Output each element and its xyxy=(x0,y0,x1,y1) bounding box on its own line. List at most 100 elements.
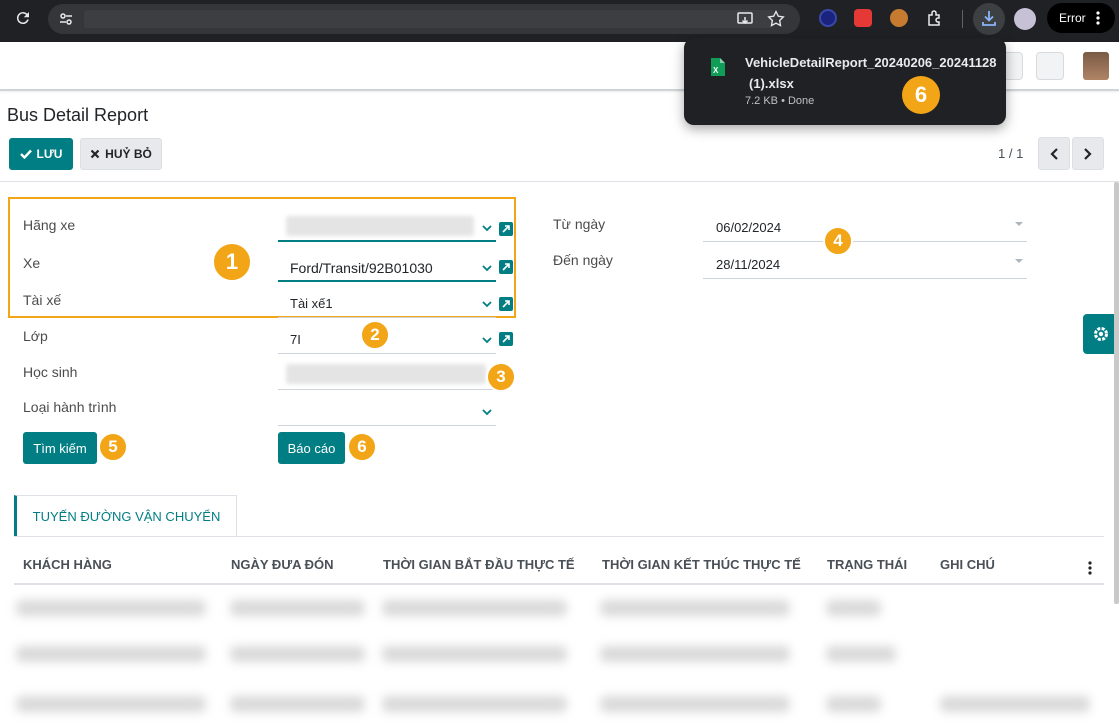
error-label: Error xyxy=(1059,11,1086,25)
save-button[interactable]: LƯU xyxy=(9,138,73,170)
report-button[interactable]: Báo cáo xyxy=(278,432,345,464)
route-type-select[interactable] xyxy=(278,396,496,426)
phone-icon[interactable] xyxy=(1036,52,1064,80)
column-header-actual-end[interactable]: THỜI GIAN KẾT THÚC THỰC TẾ xyxy=(602,557,801,572)
step-badge-5: 5 xyxy=(98,432,128,462)
chevron-down-icon xyxy=(482,265,492,272)
brand-select[interactable] xyxy=(278,212,496,242)
chevron-down-icon xyxy=(482,337,492,344)
table-row[interactable] xyxy=(826,600,881,616)
pager-value: 1 / 1 xyxy=(998,146,1024,161)
class-value: 7I xyxy=(290,332,301,347)
gear-icon xyxy=(1094,327,1108,341)
from-date-value: 06/02/2024 xyxy=(716,220,782,235)
close-icon xyxy=(90,149,100,159)
dropdown-caret-icon xyxy=(1015,222,1023,226)
extensions-puzzle-icon[interactable] xyxy=(926,9,944,27)
cancel-label: HUỶ BỎ xyxy=(105,147,152,161)
driver-select[interactable]: Tài xế1 xyxy=(278,288,496,318)
download-filename-ext[interactable]: (1).xlsx xyxy=(749,76,794,91)
vehicle-external-link-icon[interactable] xyxy=(499,260,513,274)
table-row[interactable] xyxy=(940,696,1090,712)
downloads-button[interactable] xyxy=(973,3,1005,35)
chevron-right-icon xyxy=(1084,148,1092,160)
brand-label: Hãng xe xyxy=(23,217,76,233)
download-icon xyxy=(982,11,996,26)
class-label: Lớp xyxy=(23,328,48,344)
chevron-left-icon xyxy=(1050,148,1058,160)
save-label: LƯU xyxy=(36,147,63,161)
download-meta: 7.2 KB • Done xyxy=(745,95,815,107)
column-header-note[interactable]: GHI CHÚ xyxy=(940,557,995,572)
step-badge-2: 2 xyxy=(360,320,390,350)
table-row[interactable] xyxy=(382,600,567,616)
column-options-icon[interactable] xyxy=(1088,561,1092,575)
table-row[interactable] xyxy=(230,646,365,662)
student-value xyxy=(286,364,486,384)
column-header-status[interactable]: TRẠNG THÁI xyxy=(827,557,907,572)
profile-avatar[interactable] xyxy=(1014,8,1036,30)
page-title: Bus Detail Report xyxy=(7,105,149,125)
student-label: Học sinh xyxy=(23,364,78,380)
extension-c-icon[interactable] xyxy=(819,9,837,27)
to-date-label: Đến ngày xyxy=(553,252,613,268)
to-date-input[interactable]: 28/11/2024 xyxy=(703,247,1027,279)
driver-label: Tài xế xyxy=(23,292,62,308)
brand-value xyxy=(286,216,474,236)
download-bubble[interactable]: X VehicleDetailReport_20240206_20241128 … xyxy=(684,38,1006,125)
column-header-customer[interactable]: KHÁCH HÀNG xyxy=(23,557,112,572)
table-row[interactable] xyxy=(382,696,567,712)
from-date-input[interactable]: 06/02/2024 xyxy=(703,210,1027,242)
class-external-link-icon[interactable] xyxy=(499,332,513,346)
table-row[interactable] xyxy=(16,600,206,616)
student-select[interactable] xyxy=(278,360,496,390)
page-scrollbar[interactable] xyxy=(1114,182,1119,604)
user-avatar[interactable] xyxy=(1083,52,1109,80)
table-row[interactable] xyxy=(16,696,206,712)
download-filename[interactable]: VehicleDetailReport_20240206_20241128 xyxy=(745,55,997,70)
table-row[interactable] xyxy=(230,600,365,616)
column-header-pickup-date[interactable]: NGÀY ĐƯA ĐÓN xyxy=(231,557,334,572)
chevron-down-icon xyxy=(482,225,492,232)
table-row[interactable] xyxy=(16,646,206,662)
extension-cookie-icon[interactable] xyxy=(890,9,908,27)
check-icon xyxy=(19,149,32,159)
table-header-divider xyxy=(14,583,1104,585)
step-badge-3: 3 xyxy=(486,362,516,392)
address-bar[interactable] xyxy=(48,4,800,34)
pager-next-button[interactable] xyxy=(1072,137,1104,170)
header-divider xyxy=(0,181,1119,182)
search-button[interactable]: Tìm kiếm xyxy=(23,432,97,464)
table-row[interactable] xyxy=(600,646,790,662)
route-type-label: Loại hành trình xyxy=(23,399,117,415)
driver-external-link-icon[interactable] xyxy=(499,297,513,311)
column-header-actual-start[interactable]: THỜI GIAN BẮT ĐẦU THỰC TẾ xyxy=(383,557,575,572)
tab-divider xyxy=(14,536,1104,537)
table-row[interactable] xyxy=(600,696,790,712)
bookmark-star-icon[interactable] xyxy=(766,9,786,29)
menu-dots-icon xyxy=(1096,11,1100,25)
extension-pin-icon[interactable] xyxy=(854,9,872,27)
step-badge-6-popup: 6 xyxy=(902,76,940,114)
chevron-down-icon xyxy=(482,409,492,416)
toolbar-separator xyxy=(962,10,963,28)
vehicle-select[interactable]: Ford/Transit/92B01030 xyxy=(278,252,496,282)
table-row[interactable] xyxy=(382,646,567,662)
site-settings-icon[interactable] xyxy=(58,11,74,27)
error-menu-button[interactable]: Error xyxy=(1047,3,1115,33)
url-text xyxy=(84,10,774,28)
table-row[interactable] xyxy=(826,696,881,712)
brand-external-link-icon[interactable] xyxy=(499,222,513,236)
table-row[interactable] xyxy=(826,646,896,662)
vehicle-value: Ford/Transit/92B01030 xyxy=(290,260,433,276)
excel-file-icon: X xyxy=(711,58,725,76)
pager-previous-button[interactable] xyxy=(1038,137,1070,170)
driver-value: Tài xế1 xyxy=(290,296,333,311)
table-row[interactable] xyxy=(230,696,365,712)
to-date-value: 28/11/2024 xyxy=(716,257,781,272)
table-row[interactable] xyxy=(600,600,790,616)
tab-transport-route[interactable]: TUYẾN ĐƯỜNG VẬN CHUYỂN xyxy=(14,495,237,537)
cancel-button[interactable]: HUỶ BỎ xyxy=(80,138,162,170)
install-app-icon[interactable] xyxy=(736,10,754,28)
reload-icon[interactable] xyxy=(14,9,32,27)
